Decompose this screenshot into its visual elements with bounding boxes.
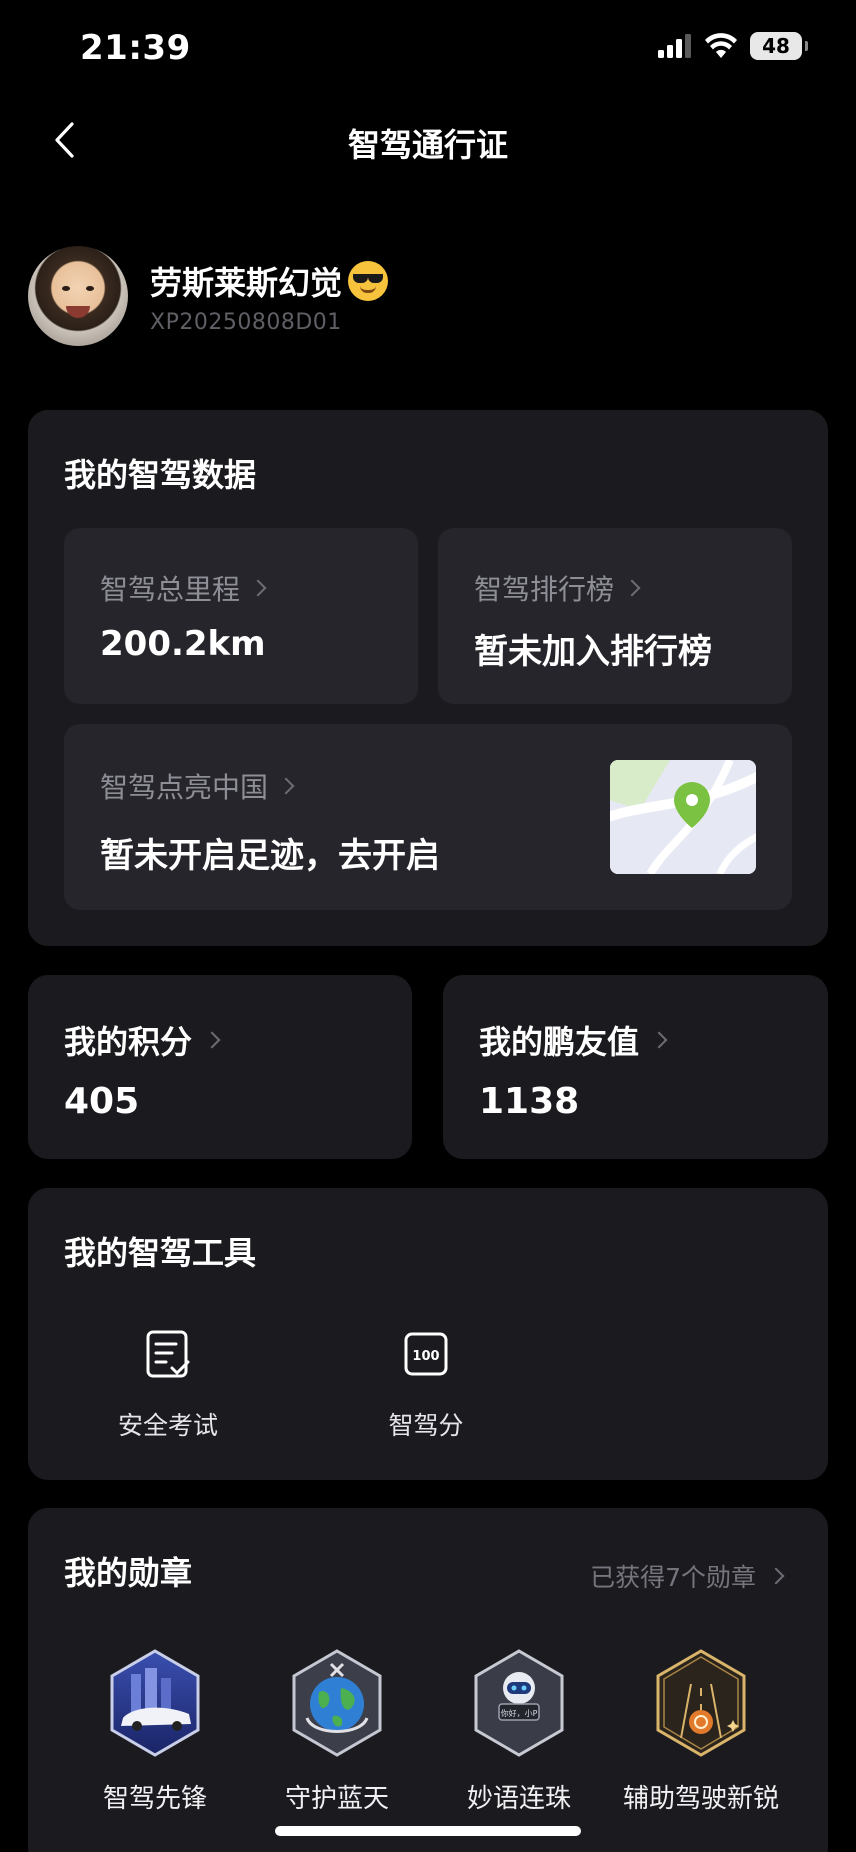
leaderboard-label: 智驾排行榜 bbox=[474, 573, 615, 606]
medal-eloquent[interactable]: 你好，小P 妙语连珠 bbox=[429, 1648, 609, 1815]
medals-count-link[interactable]: 已获得7个勋章 bbox=[590, 1558, 785, 1594]
smart-driving-data-card: 我的智驾数据 智驾总里程 200.2km 智驾排行榜 暂未加入排行榜 智驾点亮中… bbox=[28, 410, 828, 946]
score-icon-text: 100 bbox=[412, 1349, 439, 1364]
exam-checklist-icon bbox=[146, 1330, 190, 1378]
avatar[interactable] bbox=[28, 246, 128, 346]
medals-count-text: 已获得7个勋章 bbox=[590, 1563, 756, 1592]
earth-medal-icon bbox=[292, 1649, 382, 1757]
status-time: 21:39 bbox=[80, 28, 191, 68]
status-icons: 48 bbox=[658, 32, 808, 60]
user-id: XP20250808D01 bbox=[150, 310, 342, 335]
signal-icon bbox=[658, 34, 691, 58]
light-up-china-label: 智驾点亮中国 bbox=[100, 771, 269, 804]
tool-safety-exam[interactable]: 安全考试 bbox=[78, 1328, 258, 1442]
medal-guard-blue-sky[interactable]: 守护蓝天 bbox=[247, 1648, 427, 1815]
friend-value-label: 我的鹏友值 bbox=[479, 1023, 640, 1061]
light-up-china-value: 暂未开启足迹，去开启 bbox=[100, 836, 440, 876]
medal-badge-text: 你好，小P bbox=[501, 1708, 538, 1718]
tool-label: 安全考试 bbox=[117, 1411, 218, 1440]
medal-label: 辅助驾驶新锐 bbox=[622, 1784, 779, 1814]
battery-indicator: 48 bbox=[750, 32, 808, 60]
chevron-right-icon bbox=[277, 777, 295, 795]
total-mileage-card[interactable]: 智驾总里程 200.2km bbox=[64, 528, 418, 704]
chevron-right-icon bbox=[767, 1567, 785, 1585]
points-label: 我的积分 bbox=[64, 1023, 193, 1061]
map-pin-icon bbox=[610, 760, 756, 874]
robot-chat-medal-icon: 你好，小P bbox=[474, 1649, 564, 1757]
light-up-china-card[interactable]: 智驾点亮中国 暂未开启足迹，去开启 bbox=[64, 724, 792, 910]
chevron-right-icon bbox=[650, 1031, 668, 1049]
home-indicator[interactable] bbox=[275, 1826, 581, 1836]
avatar-mouth bbox=[66, 306, 90, 318]
points-card[interactable]: 我的积分 405 bbox=[28, 975, 412, 1159]
medal-label: 智驾先锋 bbox=[102, 1784, 207, 1814]
medal-label: 妙语连珠 bbox=[466, 1784, 571, 1814]
medal-label: 守护蓝天 bbox=[284, 1784, 389, 1814]
user-name-row: 劳斯莱斯幻觉 bbox=[150, 258, 389, 304]
medals-card: 我的勋章 已获得7个勋章 智驾先锋 守护蓝天 你好，小P 妙语连珠 辅助驾驶新锐 bbox=[28, 1508, 828, 1852]
light-up-china-label-row: 智驾点亮中国 bbox=[100, 766, 295, 806]
total-mileage-label-row: 智驾总里程 bbox=[100, 568, 267, 608]
nav-bar: 智驾通行证 bbox=[0, 100, 856, 180]
tool-label: 智驾分 bbox=[388, 1411, 464, 1440]
chevron-right-icon bbox=[203, 1031, 221, 1049]
smart-driving-data-title: 我的智驾数据 bbox=[64, 456, 257, 494]
points-label-row: 我的积分 bbox=[64, 1017, 221, 1063]
leaderboard-card[interactable]: 智驾排行榜 暂未加入排行榜 bbox=[438, 528, 792, 704]
profile-header: 劳斯莱斯幻觉 XP20250808D01 bbox=[28, 246, 828, 346]
friend-value-card[interactable]: 我的鹏友值 1138 bbox=[443, 975, 828, 1159]
total-mileage-value: 200.2km bbox=[100, 624, 266, 664]
wifi-icon bbox=[705, 33, 737, 58]
score-100-icon: 100 bbox=[404, 1332, 448, 1376]
tools-title: 我的智驾工具 bbox=[64, 1234, 257, 1272]
medal-pioneer[interactable]: 智驾先锋 bbox=[65, 1648, 245, 1815]
smart-driving-tools-card: 我的智驾工具 安全考试 100 智驾分 bbox=[28, 1188, 828, 1480]
medal-assist-driving-rookie[interactable]: 辅助驾驶新锐 bbox=[611, 1648, 791, 1815]
total-mileage-label: 智驾总里程 bbox=[100, 573, 241, 606]
road-gold-medal-icon bbox=[656, 1649, 746, 1757]
friend-value-number: 1138 bbox=[479, 1081, 580, 1122]
status-bar: 21:39 48 bbox=[0, 0, 856, 96]
avatar-eye bbox=[86, 286, 94, 291]
chevron-right-icon bbox=[623, 579, 641, 597]
chevron-right-icon bbox=[249, 579, 267, 597]
points-value: 405 bbox=[64, 1081, 140, 1122]
pioneer-car-medal-icon bbox=[110, 1649, 200, 1757]
page-title: 智驾通行证 bbox=[347, 126, 508, 164]
sunglasses-emoji-icon bbox=[348, 261, 389, 301]
medals-title: 我的勋章 bbox=[64, 1554, 193, 1592]
map-thumbnail[interactable] bbox=[610, 760, 756, 874]
leaderboard-label-row: 智驾排行榜 bbox=[474, 568, 641, 608]
user-name: 劳斯莱斯幻觉 bbox=[150, 264, 343, 302]
leaderboard-value: 暂未加入排行榜 bbox=[474, 632, 712, 672]
tool-driving-score[interactable]: 100 智驾分 bbox=[336, 1328, 516, 1442]
friend-value-label-row: 我的鹏友值 bbox=[479, 1017, 668, 1063]
avatar-eye bbox=[62, 286, 70, 291]
